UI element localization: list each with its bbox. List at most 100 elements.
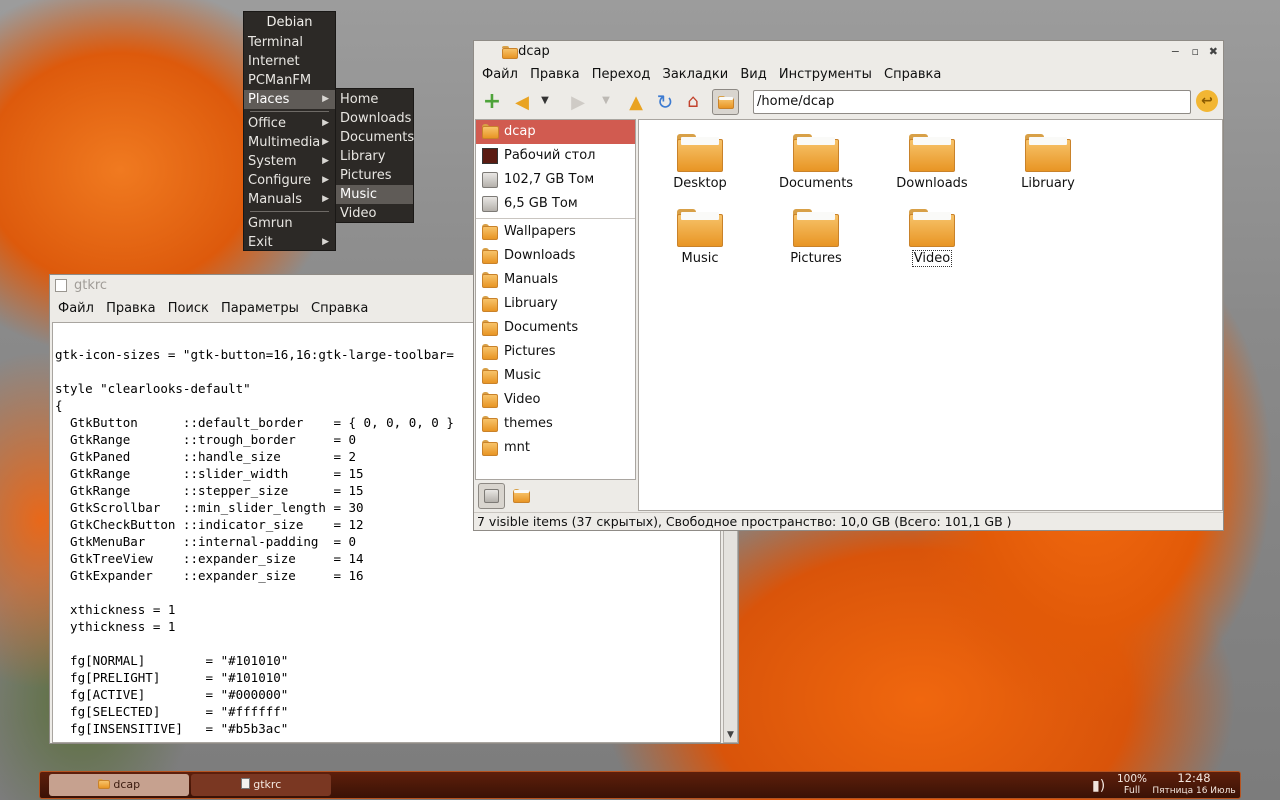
bookmark-video[interactable]: Video [476, 388, 635, 412]
folder-item-library[interactable]: Libruary [998, 134, 1098, 191]
submenu-item-library[interactable]: Library [336, 147, 413, 166]
fm-menu-go[interactable]: Переход [592, 67, 651, 82]
sidebar-item-drive-1[interactable]: 102,7 GB Том [476, 168, 635, 192]
bookmark-wallpapers[interactable]: Wallpapers [476, 220, 635, 244]
maximize-icon[interactable]: ▫ [1192, 41, 1199, 62]
clock-date: Пятница 16 Июль [1152, 786, 1236, 796]
fm-menu-file[interactable]: Файл [482, 67, 518, 82]
reload-icon[interactable]: ↻ [654, 90, 676, 114]
menu-item-label: PCManFM [248, 73, 312, 88]
menu-item-pcmanfm[interactable]: PCManFM [244, 71, 335, 90]
task-label: dcap [113, 778, 141, 791]
folder-icon [482, 248, 498, 264]
folder-item-label: Music [681, 251, 719, 266]
go-jump-icon[interactable]: ↩ [1196, 90, 1218, 112]
path-entry[interactable]: /home/dcap [753, 90, 1191, 114]
forward-history-dropdown-icon[interactable]: ▼ [600, 95, 612, 106]
task-button-gtkrc[interactable]: gtkrc [191, 774, 331, 796]
bookmark-mnt[interactable]: mnt [476, 436, 635, 460]
bookmark-themes[interactable]: themes [476, 412, 635, 436]
menu-separator [250, 111, 329, 112]
editor-menu-options[interactable]: Параметры [221, 301, 299, 316]
menu-item-configure[interactable]: Configure ▶ [244, 171, 335, 190]
editor-menu-help[interactable]: Справка [311, 301, 368, 316]
home-folder-icon [482, 124, 499, 139]
submenu-item-label: Music [340, 187, 377, 202]
menu-item-manuals[interactable]: Manuals ▶ [244, 190, 335, 209]
volume-icon[interactable]: ▮) [1092, 778, 1105, 794]
submenu-item-home[interactable]: Home [336, 90, 413, 109]
sidebar-item-dcap[interactable]: dcap [476, 120, 635, 144]
submenu-item-pictures[interactable]: Pictures [336, 166, 413, 185]
menu-item-exit[interactable]: Exit ▶ [244, 233, 335, 252]
menu-item-label: Internet [248, 54, 300, 69]
bookmark-downloads[interactable]: Downloads [476, 244, 635, 268]
close-icon[interactable]: ✖ [1209, 41, 1218, 62]
menu-item-office[interactable]: Office ▶ [244, 114, 335, 133]
folder-item-label: Desktop [673, 176, 727, 191]
editor-menu-file[interactable]: Файл [58, 301, 94, 316]
minimize-icon[interactable]: − [1171, 41, 1180, 62]
fm-content[interactable]: Desktop Documents Downloads Libruary Mus… [638, 119, 1223, 511]
menu-separator [250, 211, 329, 212]
clock[interactable]: 12:48 Пятница 16 Июль [1152, 772, 1236, 798]
folder-item-music[interactable]: Music [650, 209, 750, 266]
folder-item-pictures[interactable]: Pictures [766, 209, 866, 266]
submenu-item-documents[interactable]: Documents [336, 128, 414, 147]
places-mode-button[interactable] [478, 483, 505, 509]
task-button-dcap[interactable]: dcap [49, 774, 189, 796]
submenu-item-label: Video [340, 206, 377, 221]
bookmark-label: Music [504, 368, 541, 383]
sidebar-item-drive-2[interactable]: 6,5 GB Том [476, 192, 635, 216]
menu-item-internet[interactable]: Internet [244, 52, 335, 71]
bookmark-label: Pictures [504, 344, 556, 359]
menu-item-system[interactable]: System ▶ [244, 152, 335, 171]
submenu-item-downloads[interactable]: Downloads [336, 109, 413, 128]
folder-icon [909, 209, 955, 247]
battery-indicator[interactable]: 100% Full [1113, 773, 1151, 797]
folder-item-label: Libruary [1021, 176, 1075, 191]
fm-menu-view[interactable]: Вид [740, 67, 766, 82]
forward-arrow-icon[interactable]: ▶ [567, 92, 589, 113]
bookmark-documents[interactable]: Documents [476, 316, 635, 340]
folder-item-desktop[interactable]: Desktop [650, 134, 750, 191]
sidebar-item-desktop[interactable]: Рабочий стол [476, 144, 635, 168]
fm-menu-edit[interactable]: Правка [530, 67, 579, 82]
submenu-item-video[interactable]: Video [336, 204, 413, 223]
up-arrow-icon[interactable]: ▲ [625, 92, 647, 113]
editor-menu-edit[interactable]: Правка [106, 301, 155, 316]
fm-menu-help[interactable]: Справка [884, 67, 941, 82]
menu-item-multimedia[interactable]: Multimedia ▶ [244, 133, 335, 152]
folder-item-downloads[interactable]: Downloads [882, 134, 982, 191]
fm-menu-bookmarks[interactable]: Закладки [663, 67, 729, 82]
menu-item-gmrun[interactable]: Gmrun [244, 214, 335, 233]
scroll-down-arrow-icon[interactable]: ▼ [724, 728, 737, 742]
menu-item-label: Places [248, 92, 290, 107]
bookmark-library[interactable]: Libruary [476, 292, 635, 316]
submenu-item-music[interactable]: Music [336, 185, 413, 204]
folder-icon [482, 392, 498, 408]
bookmark-manuals[interactable]: Manuals [476, 268, 635, 292]
back-history-dropdown-icon[interactable]: ▼ [539, 95, 551, 106]
fm-titlebar[interactable]: dcap − ▫ ✖ [474, 41, 1223, 62]
location-toggle-button[interactable] [712, 89, 739, 115]
bookmark-music[interactable]: Music [476, 364, 635, 388]
home-icon[interactable]: ⌂ [682, 91, 704, 112]
folder-icon [482, 320, 498, 336]
folder-tree-icon[interactable] [513, 489, 530, 503]
fm-menu-tools[interactable]: Инструменты [779, 67, 872, 82]
fm-toolbar: + ◀ ▼ ▶ ▼ ▲ ↻ ⌂ /home/dcap ↩ [474, 89, 1223, 119]
editor-menu-search[interactable]: Поиск [168, 301, 209, 316]
bookmark-pictures[interactable]: Pictures [476, 340, 635, 364]
folder-item-video[interactable]: Video [882, 209, 982, 267]
back-arrow-icon[interactable]: ◀ [511, 92, 533, 113]
menu-item-label: Gmrun [248, 216, 293, 231]
bookmark-label: mnt [504, 440, 530, 455]
new-tab-plus-icon[interactable]: + [481, 91, 503, 113]
menu-item-terminal[interactable]: Terminal [244, 33, 335, 52]
folder-icon [482, 296, 498, 312]
folder-item-documents[interactable]: Documents [766, 134, 866, 191]
submenu-arrow-icon: ▶ [322, 118, 329, 128]
menu-item-places[interactable]: Places ▶ [244, 90, 335, 109]
sidebar-item-label: dcap [504, 124, 536, 139]
